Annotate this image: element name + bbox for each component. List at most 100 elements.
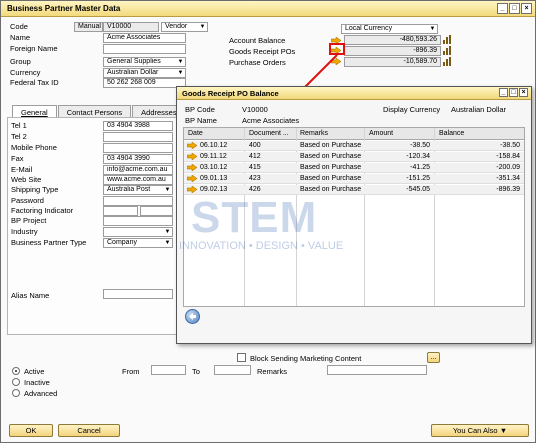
bp-type-field-select[interactable]: Company ▼: [103, 238, 173, 248]
column-header-balance[interactable]: Balance: [437, 129, 517, 139]
table-row[interactable]: 06.10.12 400 Based on Purchase ( -38.50 …: [184, 141, 524, 151]
to-date-field[interactable]: [214, 365, 251, 375]
row-balance: -38.50: [500, 142, 520, 149]
table-row[interactable]: 09.02.13 426 Based on Purchase ( -545.05…: [184, 185, 524, 195]
currency-label: Currency: [10, 68, 41, 77]
maximize-icon[interactable]: □: [509, 3, 520, 14]
link-arrow-icon[interactable]: [187, 164, 197, 171]
remarks-field[interactable]: [327, 365, 427, 375]
row-document: 412: [249, 153, 261, 160]
industry-label: Industry: [11, 227, 38, 236]
bp-code-label: BP Code: [185, 105, 215, 114]
table-row[interactable]: 09.11.12 412 Based on Purchase ( -120.34…: [184, 152, 524, 162]
alias-name-field[interactable]: [103, 289, 173, 299]
advanced-radio[interactable]: [12, 389, 20, 397]
group-label: Group: [10, 57, 31, 66]
group-value: General Supplies: [107, 58, 161, 65]
you-can-also-button[interactable]: You Can Also ▼: [431, 424, 529, 437]
active-radio[interactable]: [12, 367, 20, 375]
account-balance-label: Account Balance: [229, 36, 286, 45]
active-label: Active: [24, 367, 45, 376]
mobile-field[interactable]: [103, 143, 173, 153]
chevron-down-icon: ▼: [164, 187, 171, 193]
cancel-button[interactable]: Cancel: [58, 424, 120, 437]
bp-type-select[interactable]: Vendor ▼: [161, 22, 208, 32]
row-remarks: Based on Purchase (: [300, 164, 362, 171]
row-amount: -41.25: [410, 164, 430, 171]
tel1-label: Tel 1: [11, 121, 27, 130]
row-document: 423: [249, 175, 261, 182]
close-icon[interactable]: ×: [519, 88, 528, 97]
bp-type-field-value: Company: [107, 239, 137, 246]
back-arrow-icon[interactable]: [185, 309, 200, 324]
industry-select[interactable]: ▼: [103, 227, 173, 237]
block-marketing-checkbox[interactable]: [237, 353, 246, 362]
bp-code-value: V10000: [242, 105, 268, 114]
column-header-amount[interactable]: Amount: [367, 129, 427, 139]
row-document: 400: [249, 142, 261, 149]
row-date: 03.10.12: [200, 164, 228, 171]
column-header-document[interactable]: Document ...: [247, 129, 295, 139]
minimize-icon[interactable]: _: [497, 3, 508, 14]
factoring-extra-field[interactable]: [140, 206, 173, 216]
maximize-icon[interactable]: □: [509, 88, 518, 97]
foreign-name-field[interactable]: [103, 44, 186, 54]
bp-project-field[interactable]: [103, 216, 173, 226]
column-header-date[interactable]: Date: [186, 129, 241, 139]
currency-display-select[interactable]: Local Currency ▼: [341, 24, 438, 34]
row-remarks: Based on Purchase (: [300, 175, 362, 182]
shipping-type-select[interactable]: Australia Post ▼: [103, 185, 173, 195]
table-header: Date Document ... Remarks Amount Balance: [184, 128, 524, 140]
ok-button[interactable]: OK: [9, 424, 53, 437]
tel2-label: Tel 2: [11, 132, 27, 141]
table-row[interactable]: 09.01.13 423 Based on Purchase ( -151.25…: [184, 174, 524, 184]
currency-select[interactable]: Australian Dollar ▼: [103, 68, 186, 78]
inactive-label: Inactive: [24, 378, 50, 387]
currency-display-value: Local Currency: [345, 25, 393, 32]
fax-field[interactable]: 03 4904 3990: [103, 154, 173, 164]
advanced-label: Advanced: [24, 389, 58, 398]
close-icon[interactable]: ×: [521, 3, 532, 14]
name-field[interactable]: Acme Associates: [103, 33, 186, 43]
chart-icon[interactable]: [443, 57, 452, 66]
popup-title-text: Goods Receipt PO Balance: [182, 89, 279, 98]
from-date-field[interactable]: [151, 365, 186, 375]
tel1-field[interactable]: 03 4904 3988: [103, 121, 173, 131]
row-date: 06.10.12: [200, 142, 228, 149]
email-field[interactable]: info@acme.com.au: [103, 165, 173, 175]
more-button[interactable]: ...: [427, 352, 440, 363]
tel2-field[interactable]: [103, 132, 173, 142]
from-label: From: [122, 367, 140, 376]
display-currency-value: Australian Dollar: [451, 105, 507, 114]
group-select[interactable]: General Supplies ▼: [103, 57, 186, 67]
chart-icon[interactable]: [443, 46, 452, 55]
code-series-select[interactable]: Manual: [74, 22, 103, 32]
name-label: Name: [10, 33, 31, 42]
tax-id-field[interactable]: 50 262 268 009: [103, 78, 186, 88]
link-arrow-icon[interactable]: [187, 153, 197, 160]
block-marketing-label: Block Sending Marketing Content: [250, 354, 362, 363]
factoring-field[interactable]: [103, 206, 138, 216]
chart-icon[interactable]: [443, 35, 452, 44]
row-document: 426: [249, 186, 261, 193]
fax-label: Fax: [11, 154, 24, 163]
row-amount: -545.05: [406, 186, 430, 193]
row-balance: -200.09: [496, 164, 520, 171]
bp-type-value: Vendor: [165, 23, 188, 30]
row-amount: -120.34: [406, 153, 430, 160]
row-balance: -158.84: [496, 153, 520, 160]
shipping-type-value: Australia Post: [107, 186, 151, 193]
minimize-icon[interactable]: _: [499, 88, 508, 97]
inactive-radio[interactable]: [12, 378, 20, 386]
website-field[interactable]: www.acme.com.au: [103, 175, 173, 185]
table-row[interactable]: 03.10.12 415 Based on Purchase ( -41.25 …: [184, 163, 524, 173]
link-arrow-icon[interactable]: [187, 186, 197, 193]
password-label: Password: [11, 196, 44, 205]
link-arrow-icon[interactable]: [187, 142, 197, 149]
column-header-remarks[interactable]: Remarks: [298, 129, 362, 139]
link-arrow-icon[interactable]: [187, 175, 197, 182]
password-field[interactable]: [103, 196, 173, 206]
website-label: Web Site: [11, 175, 42, 184]
code-field[interactable]: V10000: [103, 22, 159, 32]
bp-project-label: BP Project: [11, 216, 47, 225]
